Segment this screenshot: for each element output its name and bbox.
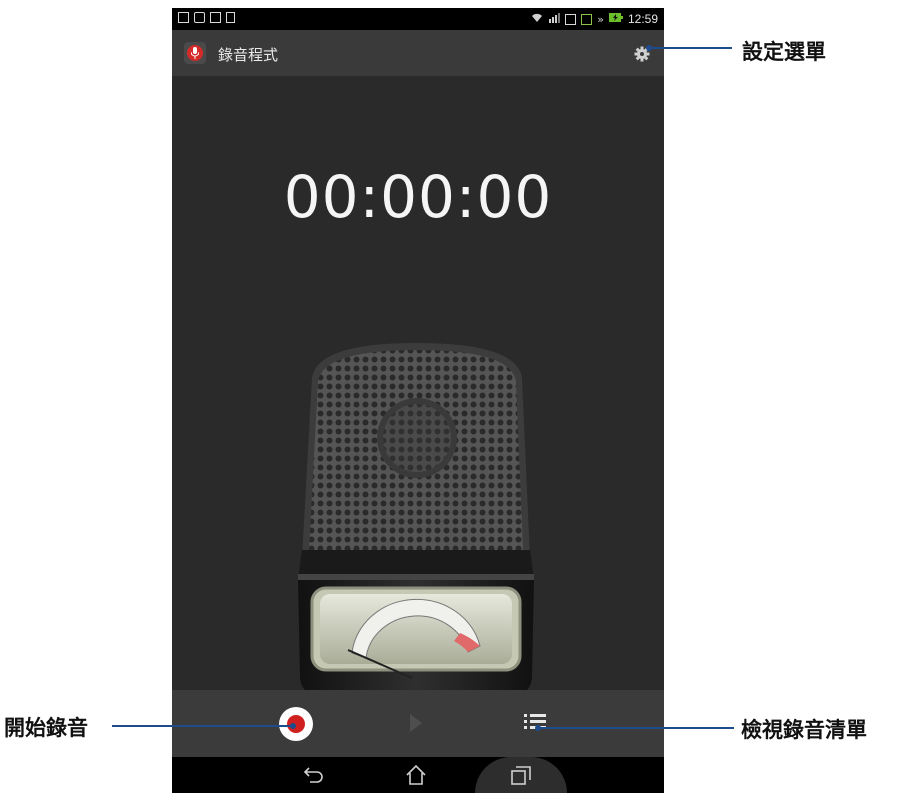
wifi-icon <box>531 12 543 26</box>
signal-icon <box>548 12 561 26</box>
callout-pin-settings <box>646 45 652 51</box>
notification-icon <box>581 13 593 25</box>
notification-icon <box>565 13 577 25</box>
microphone-illustration <box>298 343 534 698</box>
home-icon <box>406 764 426 785</box>
callout-settings-label: 設定選單 <box>742 40 826 64</box>
recording-list-button[interactable] <box>524 712 546 736</box>
back-button[interactable] <box>302 764 326 790</box>
callout-view-list-label: 檢視錄音清單 <box>741 718 867 742</box>
more-icon: » <box>597 12 604 26</box>
system-icons: » 12:59 <box>531 12 658 26</box>
recent-apps-icon <box>511 766 531 785</box>
callout-start-recording-label: 開始錄音 <box>4 716 88 740</box>
record-button[interactable] <box>279 707 313 741</box>
notification-icon <box>210 12 221 23</box>
battery-icon <box>608 12 623 26</box>
status-bar: » 12:59 <box>172 8 664 30</box>
notification-icon <box>226 12 235 23</box>
recent-apps-button[interactable] <box>509 764 533 790</box>
play-button[interactable] <box>408 712 424 738</box>
recorder-controls <box>172 690 664 757</box>
phone-screen: » 12:59 錄音程式 00:00:00 <box>172 8 664 793</box>
microphone-app-icon <box>184 42 206 64</box>
recording-timer: 00:00:00 <box>283 163 553 231</box>
navigation-bar <box>172 757 664 793</box>
app-bar: 錄音程式 <box>172 30 664 76</box>
back-icon <box>303 767 323 783</box>
notification-icons <box>178 12 235 23</box>
play-icon <box>410 714 422 732</box>
home-button[interactable] <box>404 764 428 790</box>
clock: 12:59 <box>627 12 658 26</box>
callout-line-settings <box>648 47 732 49</box>
callout-line-view-list <box>538 727 734 729</box>
callout-pin-start-recording <box>290 723 296 729</box>
notification-icon <box>178 12 189 23</box>
notification-icon <box>194 12 205 23</box>
app-title: 錄音程式 <box>218 46 279 64</box>
callout-line-start-recording <box>112 725 294 727</box>
